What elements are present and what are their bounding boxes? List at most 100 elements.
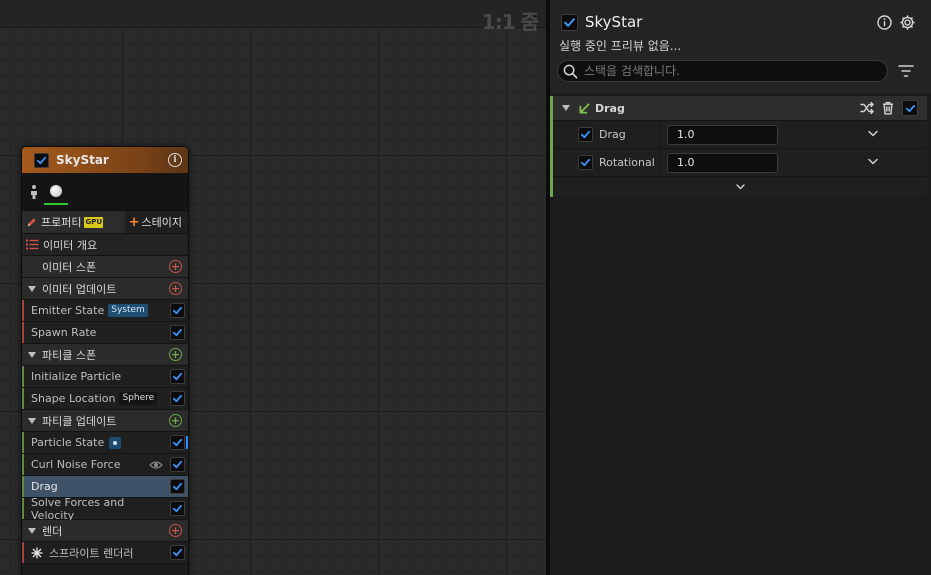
add-renderer-icon[interactable]: +: [169, 524, 182, 537]
stack-search-box[interactable]: [557, 60, 888, 82]
eye-icon[interactable]: [149, 460, 163, 470]
module-enabled-checkbox[interactable]: [170, 391, 185, 406]
collapse-triangle-icon[interactable]: [28, 285, 36, 292]
module-label: Solve Forces and Velocity: [31, 495, 125, 522]
property-label: Rotational: [599, 156, 655, 169]
add-module-icon[interactable]: +: [169, 260, 182, 273]
module-badge-sphere: Sphere: [119, 392, 158, 405]
trash-icon[interactable]: [881, 101, 895, 115]
emitter-thumbnail[interactable]: [44, 179, 68, 205]
property-row-drag: Drag 1.0: [553, 120, 927, 148]
tab-stage[interactable]: + 스테이지: [124, 211, 188, 233]
property-label: Drag: [599, 128, 626, 141]
module-enabled-checkbox[interactable]: [902, 100, 918, 116]
emitter-summary-label: 이미터 개요: [43, 238, 98, 252]
section-emitter-spawn[interactable]: 이미터 스폰 +: [22, 256, 188, 278]
module-enabled-checkbox[interactable]: [170, 325, 185, 340]
module-arrow-icon: [579, 102, 590, 114]
graph-toolbar: [0, 0, 546, 28]
collapse-triangle-icon[interactable]: [28, 351, 36, 358]
system-overview-graph[interactable]: 1:1 줌 SkyStar i 프로퍼티 GPU + 스테이지 이미터 개요 이…: [0, 0, 546, 575]
section-render[interactable]: 렌더 +: [22, 520, 188, 542]
module-label: Spawn Rate: [31, 326, 97, 339]
module-label: Shape Location: [31, 392, 116, 405]
module-solve-forces-and-velocity[interactable]: Solve Forces and Velocity: [22, 495, 188, 522]
dot-badge-icon: [109, 436, 122, 449]
module-particle-state[interactable]: Particle State: [22, 432, 188, 454]
node-tab-bar: 프로퍼티 GPU + 스테이지: [22, 211, 188, 234]
module-curl-noise-force[interactable]: Curl Noise Force: [22, 454, 188, 476]
stack-search-input[interactable]: [584, 64, 874, 78]
section-particle-spawn[interactable]: 파티클 스폰 +: [22, 344, 188, 366]
module-enabled-checkbox[interactable]: [170, 435, 185, 450]
tab-stage-label: 스테이지: [141, 216, 182, 229]
gpu-badge: GPU: [84, 216, 104, 228]
emitter-enabled-checkbox[interactable]: [561, 14, 578, 31]
plus-icon: +: [128, 214, 140, 230]
drag-module-category: Drag Drag 1.0 Rotational 1.0: [550, 96, 927, 197]
emitter-node-header[interactable]: SkyStar i: [22, 147, 188, 173]
show-advanced-toggle[interactable]: [553, 176, 927, 196]
section-emitter-update[interactable]: 이미터 업데이트 +: [22, 278, 188, 300]
selection-details-panel: SkyStar 실행 중인 프리뷰 없음... Drag Drag: [550, 0, 931, 575]
tab-properties-label: 프로퍼티: [41, 216, 82, 229]
module-label: Emitter State: [31, 304, 105, 317]
preview-status-text: 실행 중인 프리뷰 없음...: [559, 39, 682, 53]
add-module-icon[interactable]: +: [169, 348, 182, 361]
filter-icon[interactable]: [898, 64, 914, 78]
info-icon[interactable]: i: [168, 153, 182, 167]
column-divider[interactable]: [660, 149, 661, 176]
module-shape-location[interactable]: Shape Location Sphere: [22, 388, 188, 410]
emitter-thumbnail-row: [22, 173, 188, 211]
section-particle-update-label: 파티클 업데이트: [42, 414, 117, 428]
property-value-field[interactable]: 1.0: [667, 153, 778, 173]
property-value-field[interactable]: 1.0: [667, 125, 778, 145]
emitter-node[interactable]: SkyStar i 프로퍼티 GPU + 스테이지 이미터 개요 이미터 스폰 …: [21, 146, 189, 575]
search-icon: [563, 64, 578, 78]
info-icon[interactable]: [877, 15, 892, 30]
property-enabled-checkbox[interactable]: [578, 127, 593, 142]
chevron-down-icon: [735, 183, 745, 189]
module-enabled-checkbox[interactable]: [170, 479, 185, 494]
module-enabled-checkbox[interactable]: [170, 303, 185, 318]
module-spawn-rate[interactable]: Spawn Rate: [22, 322, 188, 344]
niagara-editor: 1:1 줌 SkyStar i 프로퍼티 GPU + 스테이지 이미터 개요 이…: [0, 0, 931, 575]
add-module-icon[interactable]: +: [169, 414, 182, 427]
section-particle-update[interactable]: 파티클 업데이트 +: [22, 410, 188, 432]
module-enabled-checkbox[interactable]: [170, 369, 185, 384]
selection-marker: [186, 436, 188, 449]
property-enabled-checkbox[interactable]: [578, 155, 593, 170]
module-initialize-particle[interactable]: Initialize Particle: [22, 366, 188, 388]
zoom-level-label: 1:1 줌: [481, 10, 539, 34]
section-emitter-spawn-label: 이미터 스폰: [42, 260, 97, 274]
details-title: SkyStar: [585, 13, 643, 31]
section-particle-spawn-label: 파티클 스폰: [42, 348, 97, 362]
section-emitter-update-label: 이미터 업데이트: [42, 282, 117, 296]
module-enabled-checkbox[interactable]: [170, 545, 185, 560]
module-enabled-checkbox[interactable]: [170, 457, 185, 472]
module-emitter-state[interactable]: Emitter State System: [22, 300, 188, 322]
add-module-icon[interactable]: +: [169, 282, 182, 295]
chevron-down-icon[interactable]: [868, 130, 878, 137]
emitter-enabled-checkbox[interactable]: [34, 152, 49, 168]
module-enabled-checkbox[interactable]: [170, 501, 185, 516]
module-sprite-renderer[interactable]: 스프라이트 렌더러: [22, 542, 188, 564]
collapse-triangle-icon[interactable]: [28, 417, 36, 424]
module-label: Curl Noise Force: [31, 458, 121, 471]
shuffle-icon[interactable]: [860, 101, 874, 115]
tab-properties[interactable]: 프로퍼티 GPU: [22, 211, 125, 233]
emitter-summary-row[interactable]: 이미터 개요: [22, 234, 188, 256]
section-render-label: 렌더: [42, 524, 63, 538]
gear-icon[interactable]: [899, 14, 916, 31]
collapse-triangle-icon[interactable]: [562, 105, 570, 111]
property-row-rotational: Rotational 1.0: [553, 148, 927, 176]
chevron-down-icon[interactable]: [868, 158, 878, 165]
collapse-triangle-icon[interactable]: [28, 527, 36, 534]
module-label: Initialize Particle: [31, 370, 122, 383]
list-icon: [26, 239, 39, 250]
module-label: 스프라이트 렌더러: [49, 546, 134, 560]
column-divider[interactable]: [660, 121, 661, 148]
drag-category-title: Drag: [595, 101, 625, 115]
drag-category-header[interactable]: Drag: [553, 96, 927, 120]
pencil-icon: [27, 217, 36, 226]
